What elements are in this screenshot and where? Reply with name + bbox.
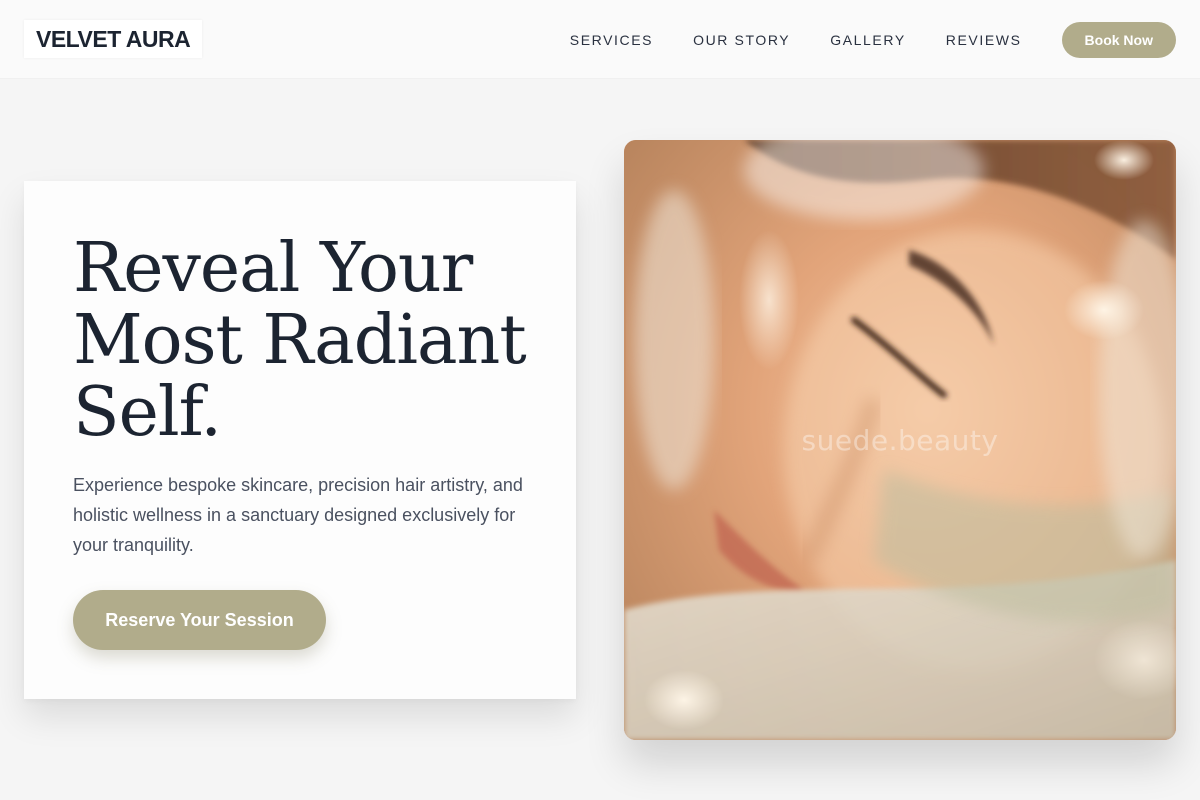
nav-link-services[interactable]: SERVICES: [570, 32, 653, 48]
hero-title-line: Most Radiant: [73, 301, 527, 380]
hero-title: Reveal Your Most Radiant Self.: [73, 233, 543, 449]
hero-photo: suede.beauty: [624, 140, 1176, 740]
main-nav: SERVICES OUR STORY GALLERY REVIEWS Book …: [570, 22, 1176, 58]
nav-link-reviews[interactable]: REVIEWS: [946, 32, 1022, 48]
image-watermark: suede.beauty: [801, 424, 999, 457]
brand-logo[interactable]: VELVET AURA: [24, 20, 203, 58]
hero-description: Experience bespoke skincare, precision h…: [73, 475, 523, 555]
nav-link-our-story[interactable]: OUR STORY: [693, 32, 790, 48]
nav-link-gallery[interactable]: GALLERY: [830, 32, 906, 48]
hero-title-line: Reveal Your: [73, 229, 473, 308]
book-now-button[interactable]: Book Now: [1061, 22, 1176, 58]
reserve-session-button[interactable]: Reserve Your Session: [73, 590, 326, 650]
hero-title-line: Self.: [73, 373, 222, 452]
hero-card: Reveal Your Most Radiant Self. Experienc…: [24, 181, 576, 699]
site-header: VELVET AURA SERVICES OUR STORY GALLERY R…: [0, 0, 1200, 78]
